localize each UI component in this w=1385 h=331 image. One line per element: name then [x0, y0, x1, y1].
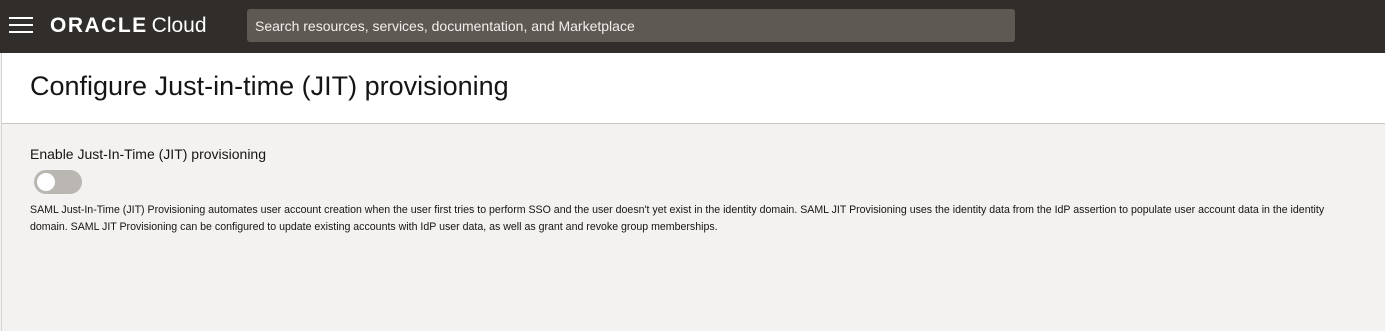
top-navigation-bar: ORACLE Cloud [0, 0, 1385, 53]
logo-brand-text: ORACLE [50, 14, 148, 37]
logo-product-text: Cloud [151, 14, 207, 37]
toggle-knob [37, 173, 55, 191]
page-header: Configure Just-in-time (JIT) provisionin… [1, 53, 1385, 124]
oracle-cloud-logo[interactable]: ORACLE Cloud [50, 13, 207, 39]
jit-enable-toggle[interactable] [34, 170, 82, 194]
page-title: Configure Just-in-time (JIT) provisionin… [30, 71, 509, 101]
jit-settings-panel: Enable Just-In-Time (JIT) provisioning S… [1, 124, 1385, 331]
jit-description-text: SAML Just-In-Time (JIT) Provisioning aut… [30, 204, 1325, 233]
search-input[interactable] [247, 9, 1015, 42]
jit-toggle-label: Enable Just-In-Time (JIT) provisioning [30, 146, 267, 162]
hamburger-menu-icon[interactable] [9, 17, 33, 35]
